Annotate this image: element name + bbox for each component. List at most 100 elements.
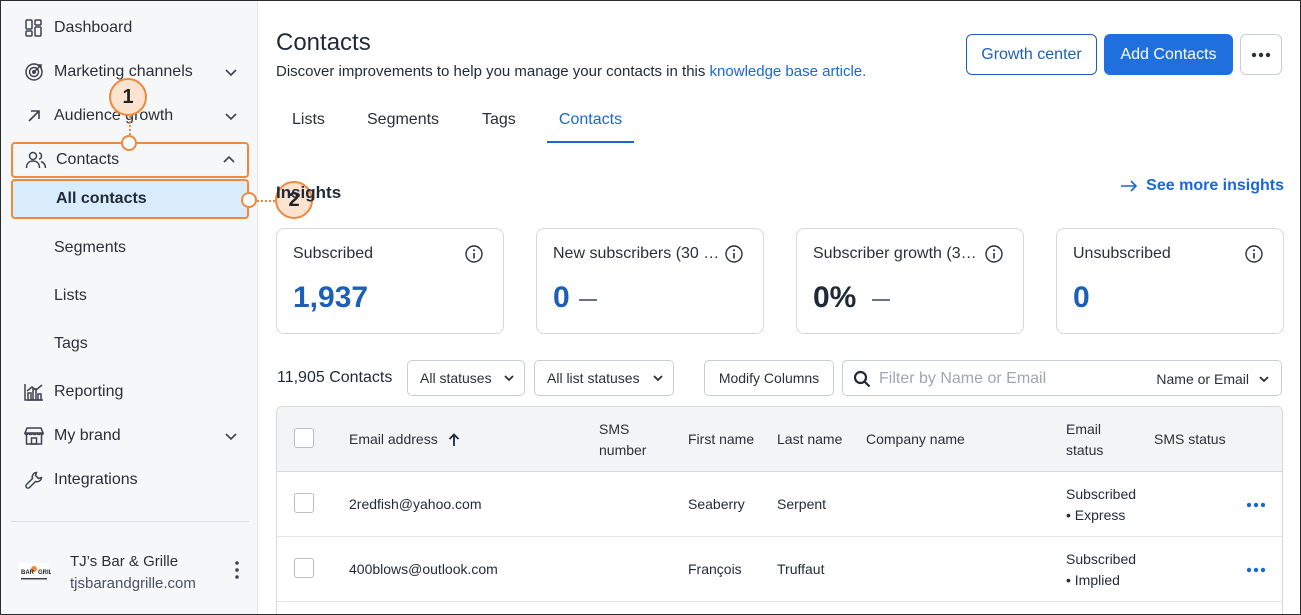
sidebar-subitem-segments[interactable]: Segments — [11, 228, 249, 268]
insight-card-new-subscribers: New subscribers (30 days) 0 — [536, 228, 764, 334]
chevron-down-icon — [653, 375, 663, 382]
sidebar-item-label: Integrations — [54, 471, 138, 488]
select-all-checkbox[interactable] — [294, 428, 314, 448]
table-row[interactable]: 400blows@outlook.com François Truffaut S… — [277, 537, 1282, 602]
contacts-count: 11,905 Contacts — [277, 369, 393, 386]
column-header-label: Email address — [349, 431, 438, 447]
wrench-icon — [23, 469, 45, 491]
sidebar-item-label: My brand — [54, 427, 121, 444]
cell-email[interactable]: 2redfish@yahoo.com — [349, 494, 482, 515]
sidebar-subitem-all-contacts[interactable]: All contacts — [11, 179, 249, 219]
card-value: 0 — [1073, 281, 1090, 314]
column-header-email[interactable]: Email address — [349, 429, 460, 450]
status-detail: • Express — [1066, 507, 1126, 523]
search-scope-select[interactable]: Name or Email — [1156, 371, 1249, 387]
column-header-first-name[interactable]: First name — [688, 429, 754, 450]
chevron-down-icon — [504, 375, 514, 382]
cell-last-name: Serpent — [777, 496, 827, 512]
sidebar-item-reporting[interactable]: Reporting — [11, 374, 249, 410]
sidebar-item-dashboard[interactable]: Dashboard — [11, 10, 249, 46]
chevron-up-icon[interactable] — [221, 152, 237, 168]
row-actions-icon[interactable] — [1246, 502, 1266, 508]
status-text: Subscribed — [1066, 551, 1137, 567]
people-icon — [25, 149, 47, 171]
card-label: New subscribers (30 days) — [553, 245, 725, 262]
info-icon[interactable] — [1245, 245, 1263, 263]
table-row[interactable]: 2redfish@yahoo.com Seaberry Serpent Subs… — [277, 472, 1282, 537]
page-title: Contacts — [276, 29, 371, 56]
dropdown-value: All list statuses — [547, 370, 640, 386]
card-label: Subscribed — [293, 245, 374, 262]
modify-columns-button[interactable]: Modify Columns — [704, 360, 834, 396]
sidebar-subitem-lists[interactable]: Lists — [11, 276, 249, 316]
knowledge-base-link[interactable]: knowledge base article. — [710, 63, 867, 80]
column-header-email-status[interactable]: Email status — [1066, 419, 1116, 461]
sidebar-item-label: Reporting — [54, 383, 124, 400]
subtitle-text: Discover improvements to help you manage… — [276, 63, 710, 80]
tab-tags[interactable]: Tags — [482, 111, 516, 143]
callout-1: 1 — [109, 78, 147, 116]
sidebar-item-label: Contacts — [56, 151, 120, 168]
sidebar-item-integrations[interactable]: Integrations — [11, 462, 249, 498]
cell-email-status: Subscribed • Express — [1066, 484, 1136, 526]
sidebar-item-my-brand[interactable]: My brand — [11, 418, 249, 454]
sidebar-subitem-label: All contacts — [56, 190, 147, 207]
insight-card-subscribed: Subscribed 1,937 — [276, 228, 504, 334]
sort-ascending-icon — [448, 432, 459, 446]
more-actions-button[interactable] — [1240, 34, 1282, 75]
column-header-sms-status[interactable]: SMS status — [1154, 429, 1226, 450]
info-icon[interactable] — [985, 245, 1003, 263]
row-checkbox[interactable] — [294, 558, 314, 578]
chevron-down-icon[interactable] — [223, 64, 239, 80]
sidebar-subitem-label: Tags — [54, 335, 88, 352]
row-checkbox[interactable] — [294, 493, 314, 513]
dropdown-value: All statuses — [420, 370, 492, 386]
column-header-last-name[interactable]: Last name — [777, 429, 842, 450]
search-field[interactable]: Name or Email — [842, 360, 1282, 396]
column-header-sms-number[interactable]: SMS number — [599, 419, 659, 461]
cell-first-name: Seaberry — [688, 496, 745, 512]
tab-contacts[interactable]: Contacts — [547, 111, 634, 143]
dashboard-icon — [23, 17, 45, 39]
add-contacts-button[interactable]: Add Contacts — [1104, 34, 1233, 75]
sidebar-subitem-label: Lists — [54, 287, 87, 304]
chevron-down-icon[interactable] — [223, 428, 239, 444]
tab-segments[interactable]: Segments — [367, 111, 439, 143]
search-icon — [853, 370, 871, 388]
list-status-filter-dropdown[interactable]: All list statuses — [534, 360, 674, 396]
target-icon — [23, 61, 45, 83]
page-subtitle: Discover improvements to help you manage… — [276, 63, 866, 80]
more-horizontal-icon — [1251, 52, 1271, 57]
card-value: 0% — [813, 281, 857, 314]
see-more-label: See more insights — [1146, 177, 1284, 194]
insights-heading: Insights — [276, 183, 342, 202]
search-input[interactable] — [879, 367, 1139, 391]
trend-dash-icon — [579, 299, 597, 301]
chevron-down-icon — [1259, 376, 1269, 383]
account-name: TJ’s Bar & Grille — [70, 553, 179, 570]
sidebar-subitem-label: Segments — [54, 239, 127, 256]
bar-chart-icon — [23, 381, 45, 403]
insight-card-unsubscribed: Unsubscribed 0 — [1056, 228, 1284, 334]
status-detail: • Implied — [1066, 572, 1120, 588]
svg-text:BAR: BAR — [21, 570, 35, 576]
account-switcher[interactable]: BAR GRILLE TJ’s Bar & Grille tjsbarandgr… — [15, 547, 251, 597]
info-icon[interactable] — [465, 245, 483, 263]
callout-connector — [129, 116, 131, 135]
growth-center-button[interactable]: Growth center — [966, 34, 1097, 75]
arrow-right-icon — [1121, 180, 1138, 192]
account-logo: BAR GRILLE — [17, 557, 60, 585]
storefront-icon — [23, 425, 45, 447]
column-header-company-name[interactable]: Company name — [866, 429, 965, 450]
tab-lists[interactable]: Lists — [292, 111, 325, 143]
cell-email[interactable]: 400blows@outlook.com — [349, 559, 498, 580]
kebab-menu-icon[interactable] — [231, 559, 243, 581]
see-more-insights-link[interactable]: See more insights — [1120, 177, 1284, 195]
info-icon[interactable] — [725, 245, 743, 263]
chevron-down-icon[interactable] — [223, 108, 239, 124]
cell-email-status: Subscribed • Implied — [1066, 549, 1136, 591]
sidebar-subitem-tags[interactable]: Tags — [11, 324, 249, 364]
status-filter-dropdown[interactable]: All statuses — [407, 360, 525, 396]
table-header: Email address SMS number First name Last… — [277, 407, 1282, 472]
row-actions-icon[interactable] — [1246, 567, 1266, 573]
